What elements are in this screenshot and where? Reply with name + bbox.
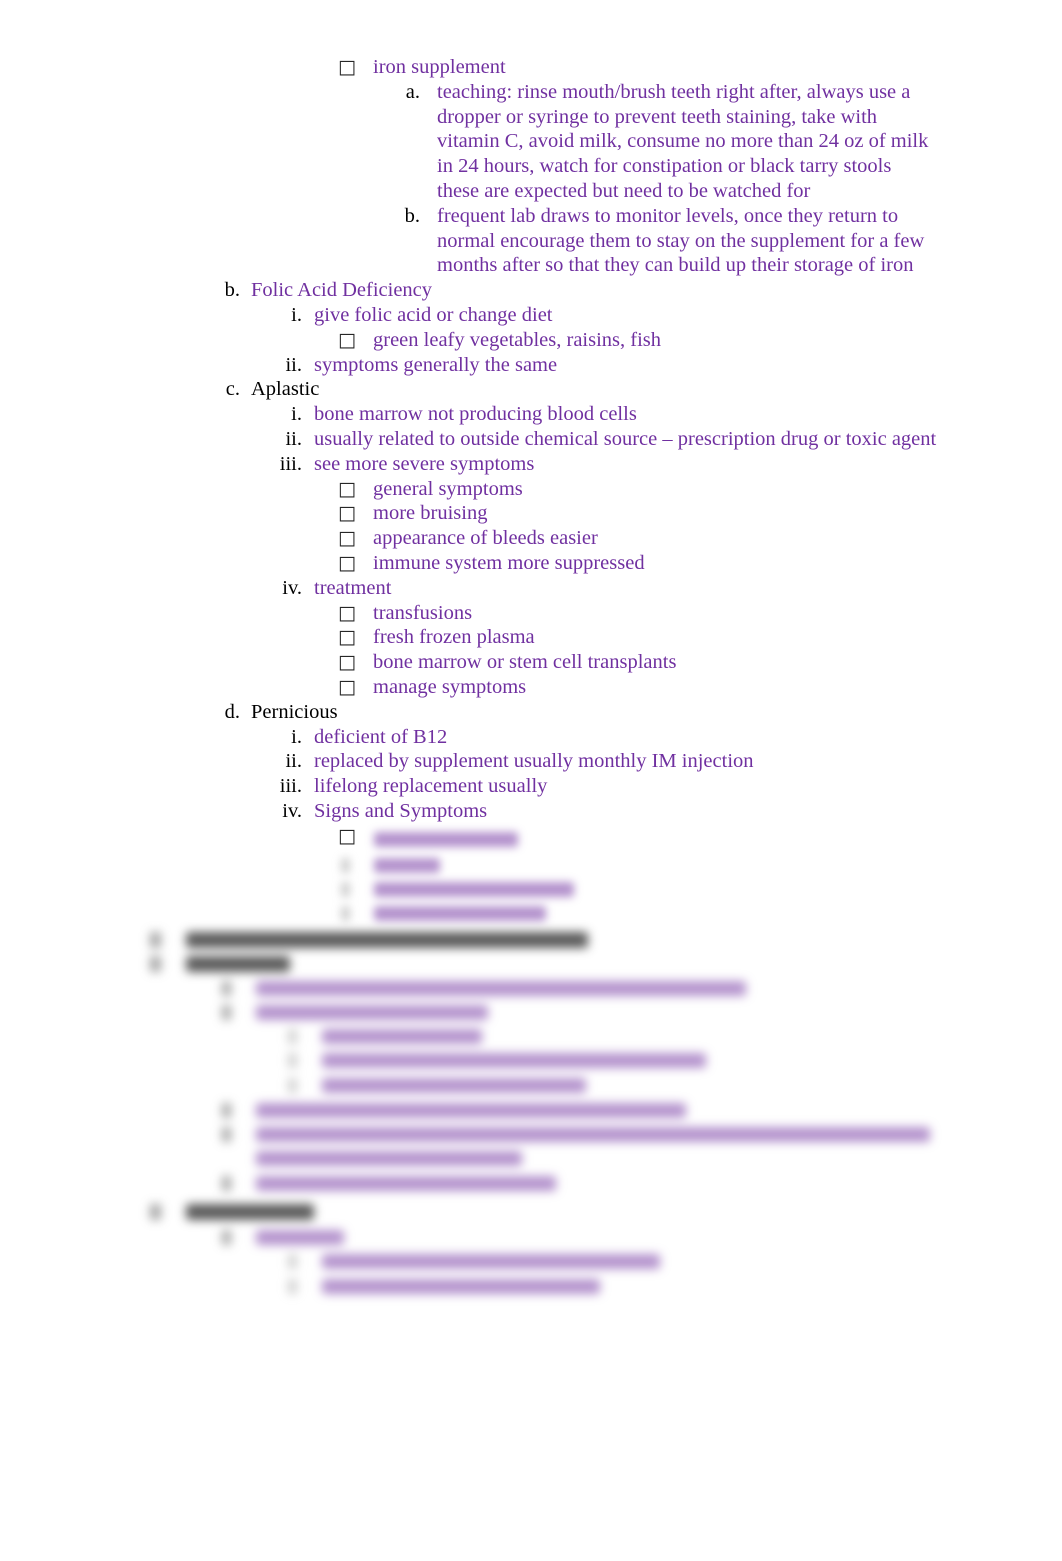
blurred-text-region [0, 928, 1062, 1196]
document-page: □ iron supplement a. teaching: rinse mou… [0, 0, 1062, 1561]
list-item-label: see more severe symptoms [314, 452, 535, 475]
list-item: iii. see more severe symptoms [0, 452, 1062, 477]
list-marker: iii. [279, 452, 302, 475]
list-item-label: replaced by supplement usually monthly I… [314, 750, 754, 773]
list-marker: i. [291, 303, 302, 326]
list-item: ii. symptoms generally the same [0, 353, 1062, 378]
list-item-label: frequent lab draws to monitor levels, on… [437, 204, 925, 277]
list-item-pernicious: d. Pernicious [0, 700, 1062, 725]
list-item-label: treatment [314, 576, 392, 599]
list-marker: ii. [285, 750, 302, 773]
bullet-square-icon: □ [338, 477, 356, 500]
blurred-text-region [0, 1200, 1062, 1300]
bullet-square-icon: □ [338, 502, 356, 525]
list-marker: b. [404, 204, 420, 227]
list-item: □ transfusions [0, 601, 1062, 626]
list-item-label: teaching: rinse mouth/brush teeth right … [437, 80, 929, 202]
list-item: □ appearance of bleeds easier [0, 526, 1062, 551]
list-marker: ii. [285, 353, 302, 376]
list-marker: iii. [279, 775, 302, 798]
list-item-label: more bruising [373, 502, 488, 525]
list-marker: i. [291, 725, 302, 748]
bullet-square-icon: □ [338, 328, 356, 351]
list-item-aplastic: c. Aplastic [0, 377, 1062, 402]
list-item-label: Pernicious [251, 700, 338, 723]
list-item-label: Aplastic [251, 378, 320, 401]
bullet-square-icon: □ [338, 651, 356, 674]
list-item-label: bone marrow or stem cell transplants [373, 651, 677, 674]
bullet-square-icon: □ [338, 675, 356, 698]
list-item-label: bone marrow not producing blood cells [314, 403, 637, 426]
list-item: i. bone marrow not producing blood cells [0, 402, 1062, 427]
list-item: ii. replaced by supplement usually month… [0, 749, 1062, 774]
list-item-label: appearance of bleeds easier [373, 527, 598, 550]
list-item: iii. lifelong replacement usually [0, 774, 1062, 799]
list-item-label: transfusions [373, 601, 473, 624]
list-item-folic-acid-deficiency: b. Folic Acid Deficiency [0, 278, 1062, 303]
list-item-label: usually related to outside chemical sour… [314, 427, 937, 450]
list-item: iv. Signs and Symptoms [0, 799, 1062, 824]
bullet-square-icon: □ [338, 527, 356, 550]
list-item: b. frequent lab draws to monitor levels,… [0, 204, 1062, 278]
blurred-text-region [0, 826, 1062, 921]
list-item-label: fresh frozen plasma [373, 626, 535, 649]
list-item: □ green leafy vegetables, raisins, fish [0, 328, 1062, 353]
list-item-label: general symptoms [373, 477, 523, 500]
list-item-label: deficient of B12 [314, 725, 448, 748]
list-item: iv. treatment [0, 576, 1062, 601]
list-item-label: lifelong replacement usually [314, 775, 548, 798]
list-marker: iv. [282, 576, 302, 599]
list-item-label: Signs and Symptoms [314, 799, 488, 822]
list-marker: b. [224, 279, 240, 302]
bullet-square-icon: □ [338, 601, 356, 624]
list-marker: iv. [282, 799, 302, 822]
list-item: a. teaching: rinse mouth/brush teeth rig… [0, 80, 1062, 204]
list-item: □ fresh frozen plasma [0, 625, 1062, 650]
list-item-label: green leafy vegetables, raisins, fish [373, 328, 662, 351]
list-item-label: symptoms generally the same [314, 353, 558, 376]
list-item-label: iron supplement [373, 56, 506, 78]
outline-body: □ iron supplement a. teaching: rinse mou… [0, 55, 1062, 849]
list-item-label: Folic Acid Deficiency [251, 279, 433, 302]
list-item: □ bone marrow or stem cell transplants [0, 650, 1062, 675]
list-marker: a. [405, 80, 420, 103]
list-item-label: give folic acid or change diet [314, 303, 553, 326]
list-item: □ manage symptoms [0, 675, 1062, 700]
list-marker: ii. [285, 427, 302, 450]
list-item: □ iron supplement [0, 55, 1062, 80]
list-marker: d. [224, 700, 240, 723]
list-item-label: manage symptoms [373, 675, 527, 698]
bullet-square-icon: □ [338, 56, 356, 78]
list-item: i. give folic acid or change diet [0, 303, 1062, 328]
list-item: □ general symptoms [0, 477, 1062, 502]
bullet-square-icon: □ [338, 626, 356, 649]
list-item: □ immune system more suppressed [0, 551, 1062, 576]
list-item: □ more bruising [0, 501, 1062, 526]
list-item: ii. usually related to outside chemical … [0, 427, 1062, 452]
list-marker: c. [225, 378, 240, 401]
list-marker: i. [291, 403, 302, 426]
bullet-square-icon: □ [338, 551, 356, 574]
list-item-label: immune system more suppressed [373, 551, 645, 574]
list-item: i. deficient of B12 [0, 725, 1062, 750]
